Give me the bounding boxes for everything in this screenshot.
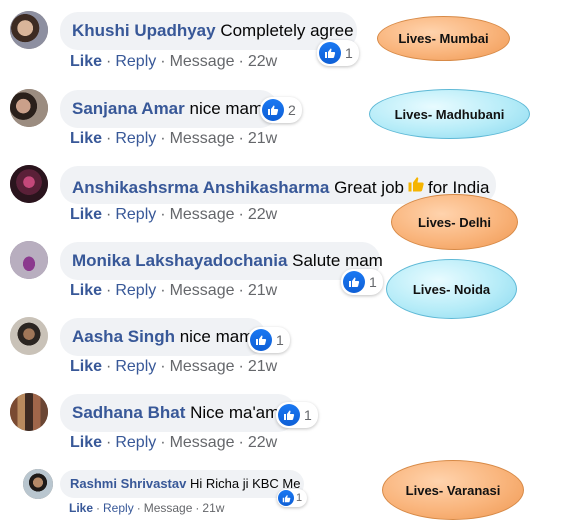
location-annotation: Lives- Delhi [391,194,518,250]
like-count: 1 [369,274,377,290]
like-count: 1 [296,492,303,504]
avatar[interactable] [10,393,48,431]
comment-actions: Like · Reply · Message · 22w [70,206,278,223]
reaction-count[interactable]: 1 [317,40,359,66]
like-count: 1 [304,407,312,423]
like-link[interactable]: Like [70,130,102,147]
commenter-name[interactable]: Monika Lakshayadochania [72,251,287,270]
timestamp[interactable]: 21w [202,501,224,515]
commenter-name[interactable]: Aasha Singh [72,327,175,346]
commenter-name[interactable]: Rashmi Shrivastav [70,476,186,491]
reaction-count[interactable]: 1 [276,402,318,428]
like-link[interactable]: Like [70,206,102,223]
message-link[interactable]: Message [170,53,235,70]
like-count: 2 [288,102,296,118]
reply-link[interactable]: Reply [115,282,156,299]
reply-link[interactable]: Reply [115,53,156,70]
comment-actions: Like · Reply · Message · 21w [70,282,278,299]
commenter-name[interactable]: Khushi Upadhyay [72,21,216,40]
message-link[interactable]: Message [170,206,235,223]
avatar[interactable] [10,317,48,355]
reaction-count[interactable]: 1 [341,269,383,295]
comment-actions: Like · Reply · Message · 21w [69,501,225,515]
comment-text: Salute mam [292,251,383,270]
like-link[interactable]: Like [70,358,102,375]
like-reaction-icon [343,271,365,293]
message-link[interactable]: Message [170,358,235,375]
timestamp[interactable]: 21w [248,358,277,375]
like-reaction-icon [319,42,341,64]
comment-text: Completely agree [220,21,354,40]
comment-text: nice mam [189,99,264,118]
avatar[interactable] [23,469,53,499]
location-annotation: Lives- Madhubani [369,89,530,139]
reply-link[interactable]: Reply [115,206,156,223]
timestamp[interactable]: 21w [248,130,277,147]
comment-bubble: Rashmi Shrivastav Hi Richa ji KBC Me [60,470,304,498]
location-annotation: Lives- Noida [386,259,517,319]
thumbs-up-emoji-icon [407,175,425,198]
like-reaction-icon [278,490,294,506]
message-link[interactable]: Message [144,501,193,515]
comment-actions: Like · Reply · Message · 21w [70,130,278,147]
comment-text: nice mam [179,327,254,346]
message-link[interactable]: Message [170,130,235,147]
reply-link[interactable]: Reply [115,434,156,451]
comment-text: Nice ma'am [190,403,280,422]
reply-link[interactable]: Reply [115,358,156,375]
message-link[interactable]: Message [170,282,235,299]
like-count: 1 [276,332,284,348]
location-annotation: Lives- Varanasi [382,460,524,520]
location-annotation: Lives- Mumbai [377,16,510,61]
comment-bubble: Khushi Upadhyay Completely agree [60,12,357,50]
commenter-name[interactable]: Anshikashsrma Anshikasharma [72,178,329,197]
like-link[interactable]: Like [70,282,102,299]
comment-bubble: Sadhana Bhat Nice ma'am [60,394,296,432]
commenter-name[interactable]: Sadhana Bhat [72,403,185,422]
like-link[interactable]: Like [69,501,93,515]
timestamp[interactable]: 22w [248,434,277,451]
reaction-count[interactable]: 1 [248,327,290,353]
comment-actions: Like · Reply · Message · 21w [70,358,278,375]
reply-link[interactable]: Reply [115,130,156,147]
avatar[interactable] [10,11,48,49]
like-reaction-icon [250,329,272,351]
like-count: 1 [345,45,353,61]
comment-bubble: Monika Lakshayadochania Salute mam [60,242,383,280]
like-link[interactable]: Like [70,434,102,451]
message-link[interactable]: Message [170,434,235,451]
timestamp[interactable]: 22w [248,53,277,70]
avatar[interactable] [10,165,48,203]
reply-link[interactable]: Reply [103,501,134,515]
timestamp[interactable]: 21w [248,282,277,299]
timestamp[interactable]: 22w [248,206,277,223]
commenter-name[interactable]: Sanjana Amar [72,99,185,118]
comment-bubble: Sanjana Amar nice mam [60,90,278,128]
like-link[interactable]: Like [70,53,102,70]
comment-actions: Like · Reply · Message · 22w [70,434,278,451]
comment-bubble: Aasha Singh nice mam [60,318,266,356]
like-reaction-icon [278,404,300,426]
comment-text: Great job [334,178,404,197]
avatar[interactable] [10,241,48,279]
like-reaction-icon [262,99,284,121]
reaction-count[interactable]: 2 [260,97,302,123]
reaction-count[interactable]: 1 [277,489,308,507]
comment-actions: Like · Reply · Message · 22w [70,53,278,70]
avatar[interactable] [10,89,48,127]
